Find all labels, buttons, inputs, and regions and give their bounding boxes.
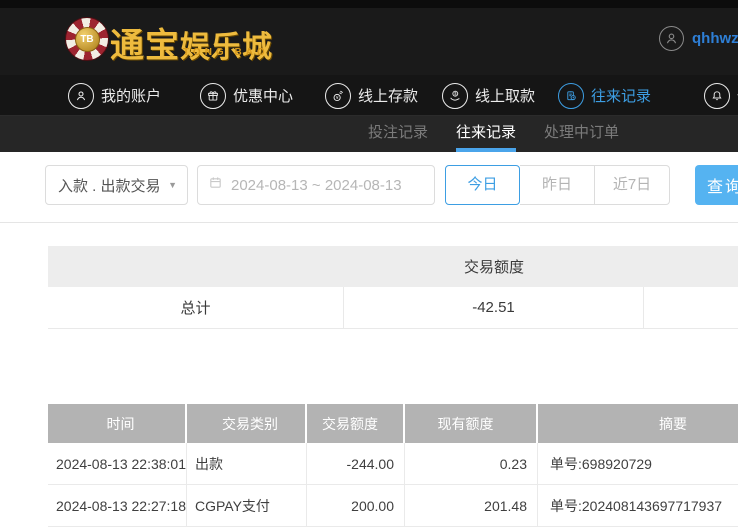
cell-time: 2024-08-13 22:38:01 (48, 443, 187, 484)
summary-total-row: 总计 -42.51 (48, 287, 738, 329)
nav-label: 线上取款 (475, 88, 536, 105)
last-7-days-button[interactable]: 近7日 (595, 165, 670, 205)
transaction-type-select[interactable]: 入款 . 出款交易 ▼ (45, 165, 188, 205)
nav-item-messages[interactable]: 信息 (704, 75, 738, 116)
quick-date-button-group: 今日 昨日 近7日 (445, 165, 670, 205)
cell-summary: 单号:202408143697717937 (550, 497, 723, 514)
column-header-time: 时间 (48, 404, 187, 443)
date-range-input[interactable]: 2024-08-13 ~ 2024-08-13 (197, 165, 435, 205)
column-header-balance: 现有额度 (405, 404, 538, 443)
summary-total-label: 总计 (48, 287, 344, 328)
cell-balance: 0.23 (405, 443, 538, 484)
caret-down-icon: ▼ (168, 180, 177, 190)
bell-icon (704, 82, 730, 109)
brand-chip-logo[interactable]: TB (65, 17, 109, 61)
summary-empty-cell (644, 287, 738, 328)
brand-title-main: 通宝 (110, 27, 180, 65)
date-range-value: 2024-08-13 ~ 2024-08-13 (231, 176, 402, 194)
column-header-summary: 摘要 (659, 415, 687, 432)
cell-balance: 201.48 (405, 485, 538, 526)
brand-chip-monogram: TB (74, 26, 100, 52)
nav-item-online-withdrawal[interactable]: $ 线上取款 (442, 75, 535, 116)
main-nav: 我的账户 优惠中心 ¥ 线上存款 $ 线上取款 往来记录 (0, 75, 738, 116)
summary-table-header: 交易额度 (48, 246, 738, 287)
user-avatar-icon (659, 26, 684, 51)
tab-betting-records[interactable]: 投注记录 (368, 116, 428, 152)
transactions-header-row: 时间 交易类别 交易额度 现有额度 摘要 (48, 404, 738, 443)
username-text[interactable]: qhhwz (692, 30, 738, 47)
nav-label: 线上存款 (358, 88, 419, 105)
calendar-icon (208, 175, 223, 195)
nav-label: 我的账户 (101, 88, 162, 105)
nav-item-transaction-records[interactable]: 往来记录 (558, 75, 651, 116)
top-strip (0, 0, 738, 8)
cell-time: 2024-08-13 22:27:18 (48, 485, 187, 526)
cell-amount: 200.00 (307, 485, 405, 526)
transactions-table: 时间 交易类别 交易额度 现有额度 摘要 2024-08-13 22:38:01… (48, 404, 738, 527)
cell-summary: 单号:698920729 (550, 455, 652, 472)
cell-amount: -244.00 (307, 443, 405, 484)
summary-amount-header: 交易额度 (463, 259, 524, 276)
nav-label: 往来记录 (591, 88, 652, 105)
nav-item-my-account[interactable]: 我的账户 (68, 75, 161, 116)
withdraw-hand-icon: $ (442, 82, 468, 109)
nav-item-online-deposit[interactable]: ¥ 线上存款 (325, 75, 418, 116)
today-button[interactable]: 今日 (445, 165, 520, 205)
cell-type: CGPAY支付 (187, 485, 307, 526)
records-clipboard-icon (558, 82, 584, 109)
account-widget[interactable]: qhhwz (659, 26, 738, 51)
records-tab-bar: 投注记录 往来记录 处理中订单 (0, 116, 738, 152)
cell-type: 出款 (187, 443, 307, 484)
yesterday-button[interactable]: 昨日 (520, 165, 595, 205)
column-header-amount: 交易额度 (307, 404, 405, 443)
table-row: 2024-08-13 22:27:18 CGPAY支付 200.00 201.4… (48, 485, 738, 527)
tab-processing-orders[interactable]: 处理中订单 (544, 116, 619, 152)
nav-item-promotions[interactable]: 优惠中心 (200, 75, 293, 116)
column-header-type: 交易类别 (187, 404, 307, 443)
user-icon (68, 82, 94, 109)
nav-label: 优惠中心 (233, 88, 294, 105)
svg-text:¥: ¥ (336, 95, 339, 100)
deposit-coin-icon: ¥ (325, 82, 351, 109)
tab-transaction-records[interactable]: 往来记录 (456, 116, 517, 152)
transaction-type-value: 入款 . 出款交易 (58, 177, 161, 195)
table-row: 2024-08-13 22:38:01 出款 -244.00 0.23 单号:6… (48, 443, 738, 485)
brand-subtitle: TONG BAO (183, 47, 269, 58)
section-divider (0, 222, 738, 223)
gift-icon (200, 82, 226, 109)
summary-table: 交易额度 总计 -42.51 (48, 246, 738, 329)
search-button[interactable]: 查询 (695, 165, 738, 205)
summary-total-amount: -42.51 (344, 287, 644, 328)
brand-title[interactable]: 通宝娱乐城 (110, 18, 273, 67)
